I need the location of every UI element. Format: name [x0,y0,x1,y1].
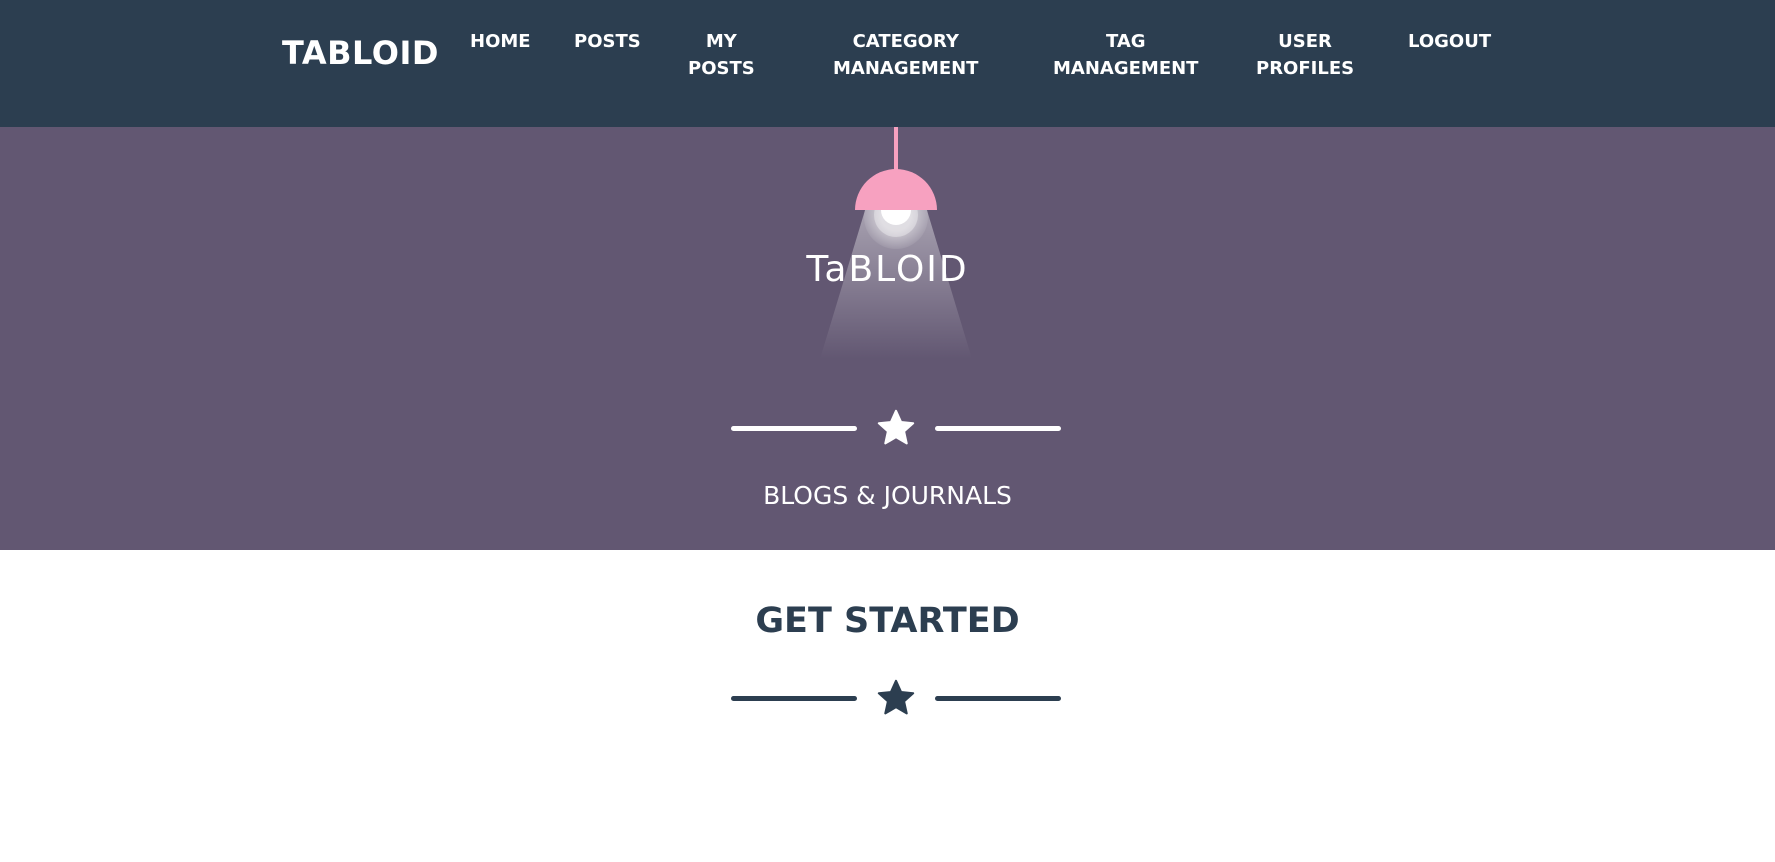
brand-link[interactable]: TABLOID [282,34,439,72]
nav-item-label: POSTS [688,58,755,79]
nav-item-my-posts[interactable]: MY POSTS [688,28,755,82]
section-divider [731,677,1061,721]
nav-item-posts[interactable]: POSTS [574,28,641,55]
nav-item-user-profiles[interactable]: USER PROFILES [1256,28,1354,82]
nav-item-label: USER [1278,31,1332,52]
divider-line [935,696,1061,701]
nav-item-category-management[interactable]: CATEGORY MANAGEMENT [833,28,978,82]
nav-item-label: MANAGEMENT [1053,58,1199,79]
nav-item-tag-management[interactable]: TAG MANAGEMENT [1053,28,1198,82]
hero-banner: TaBLOID BLOGS & JOURNALS [0,127,1775,550]
nav-item-label: LOGOUT [1408,31,1492,52]
nav-item-home[interactable]: HOME [470,28,531,55]
divider-line [935,426,1061,431]
nav-item-label: POSTS [574,31,641,52]
nav-item-label: MANAGEMENT [833,58,979,79]
hero-tagline: BLOGS & JOURNALS [763,481,1012,510]
star-icon [877,679,915,715]
nav-item-label: PROFILES [1256,58,1355,79]
nav-item-logout[interactable]: LOGOUT [1408,28,1491,55]
nav-item-label: CATEGORY [852,31,959,52]
get-started-title: GET STARTED [755,601,1020,641]
divider-line [731,696,857,701]
star-icon [877,409,915,445]
nav-item-label: MY [705,31,737,52]
hero-logo-text: TaBLOID [806,249,969,290]
nav-item-label: HOME [470,31,531,52]
navbar: TABLOID HOME POSTS MY POSTS CATEGORY MAN… [0,0,1775,127]
nav-item-label: TAG [1105,31,1146,52]
divider-line [731,426,857,431]
hero-divider [731,407,1061,451]
